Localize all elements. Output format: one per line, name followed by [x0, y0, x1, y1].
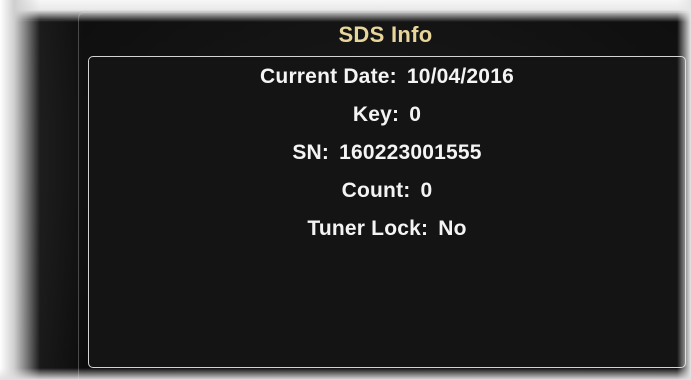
- serial-number-value: 160223001555: [339, 141, 482, 164]
- tuner-lock-value: No: [438, 217, 467, 240]
- serial-number-label: SN:: [292, 141, 330, 164]
- serial-number-row: SN: 160223001555: [89, 141, 685, 165]
- count-value: 0: [420, 179, 433, 202]
- key-value: 0: [409, 103, 422, 126]
- key-label: Key:: [352, 103, 400, 126]
- screen-glare-bottom: [0, 368, 691, 380]
- current-date-value: 10/04/2016: [406, 65, 514, 88]
- tuner-lock-label: Tuner Lock:: [307, 217, 429, 240]
- screen-glare-right: [677, 0, 691, 380]
- screen-glare-left: [0, 0, 40, 380]
- current-date-row: Current Date: 10/04/2016: [89, 65, 685, 89]
- dialog-title: SDS Info: [338, 22, 433, 47]
- key-row: Key: 0: [89, 103, 685, 127]
- tv-screen: SDS Info Current Date: 10/04/2016 Key: 0 S…: [0, 0, 691, 380]
- sds-info-panel: Current Date: 10/04/2016 Key: 0 SN: 1602230…: [88, 56, 686, 368]
- count-row: Count: 0: [89, 179, 685, 203]
- current-date-label: Current Date:: [260, 65, 397, 88]
- count-label: Count:: [341, 179, 411, 202]
- screen-glare-top: [0, 0, 691, 22]
- tuner-lock-row: Tuner Lock: No: [89, 217, 685, 241]
